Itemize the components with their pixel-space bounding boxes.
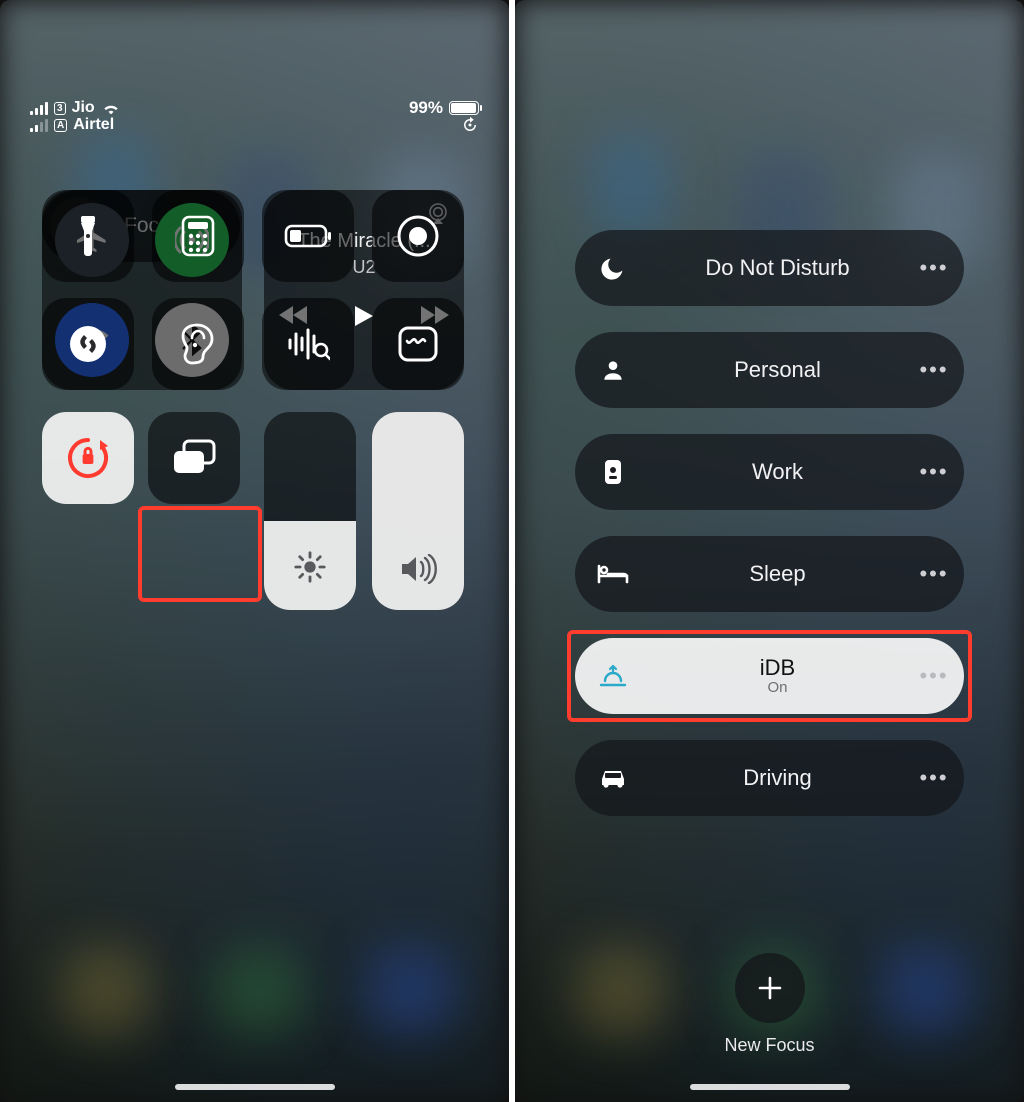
focus-row-driving[interactable]: Driving ••• [575,740,964,816]
car-icon [596,766,630,790]
rotation-lock-icon [64,434,112,482]
focus-row-personal[interactable]: Personal ••• [575,332,964,408]
flashlight-toggle[interactable] [42,190,134,282]
signal-bars-icon [30,118,48,132]
carrier-2: Airtel [73,116,114,134]
low-power-icon [284,223,332,249]
badge-icon [601,457,625,487]
sound-recognition-button[interactable] [262,298,354,390]
battery-percent: 99% [409,98,443,118]
volume-icon [399,554,437,584]
focus-row-dnd[interactable]: Do Not Disturb ••• [575,230,964,306]
plus-icon [757,975,783,1001]
signal-bars-icon [30,101,48,115]
focus-row-label: Work [651,459,904,485]
focus-list-screen: Do Not Disturb ••• Personal ••• Work •••… [515,0,1024,1102]
hearing-button[interactable] [152,298,244,390]
battery-icon [449,101,479,115]
screen-recording-button[interactable] [372,190,464,282]
brightness-icon [293,550,327,584]
carrier-1: Jio [72,99,95,117]
sim2-badge: A [54,119,67,132]
control-center-screen: 3 Jio 99% A Airtel [0,0,509,1102]
bed-icon [596,562,630,586]
more-button[interactable]: ••• [904,357,964,383]
new-focus-label: New Focus [724,1035,814,1056]
screen-mirroring-icon [171,438,217,478]
focus-modes-list: Do Not Disturb ••• Personal ••• Work •••… [575,230,964,816]
more-button[interactable]: ••• [904,255,964,281]
brightness-slider[interactable] [264,412,356,610]
focus-row-sleep[interactable]: Sleep ••• [575,536,964,612]
shazam-icon [68,324,108,364]
more-button[interactable]: ••• [904,765,964,791]
focus-row-label: Personal [651,357,904,383]
status-bar: 3 Jio 99% A Airtel [0,0,509,142]
flashlight-icon [76,214,100,258]
low-power-mode-toggle[interactable] [262,190,354,282]
quick-note-icon [397,325,439,363]
new-focus-button[interactable]: New Focus [724,953,814,1056]
calculator-button[interactable] [152,190,244,282]
ear-icon [180,323,216,365]
person-icon [600,357,626,383]
home-indicator[interactable] [175,1084,335,1090]
moon-icon [599,254,627,282]
focus-row-label: Driving [651,765,904,791]
focus-row-label: Sleep [651,561,904,587]
rotation-lock-toggle[interactable] [42,412,134,504]
quick-note-button[interactable] [372,298,464,390]
more-button[interactable]: ••• [904,459,964,485]
record-icon [396,214,440,258]
wifi-status-icon [101,101,121,116]
rotation-lock-status-icon [461,116,479,134]
focus-row-work[interactable]: Work ••• [575,434,964,510]
shazam-button[interactable] [42,298,134,390]
home-indicator[interactable] [690,1084,850,1090]
calculator-icon [181,215,215,257]
waveform-search-icon [286,326,330,362]
annotation-highlight [567,630,972,722]
more-button[interactable]: ••• [904,561,964,587]
volume-slider[interactable] [372,412,464,610]
annotation-highlight [138,506,262,602]
screen-mirroring-button[interactable] [148,412,240,504]
sim1-badge: 3 [54,102,66,115]
focus-row-label: Do Not Disturb [651,255,904,281]
